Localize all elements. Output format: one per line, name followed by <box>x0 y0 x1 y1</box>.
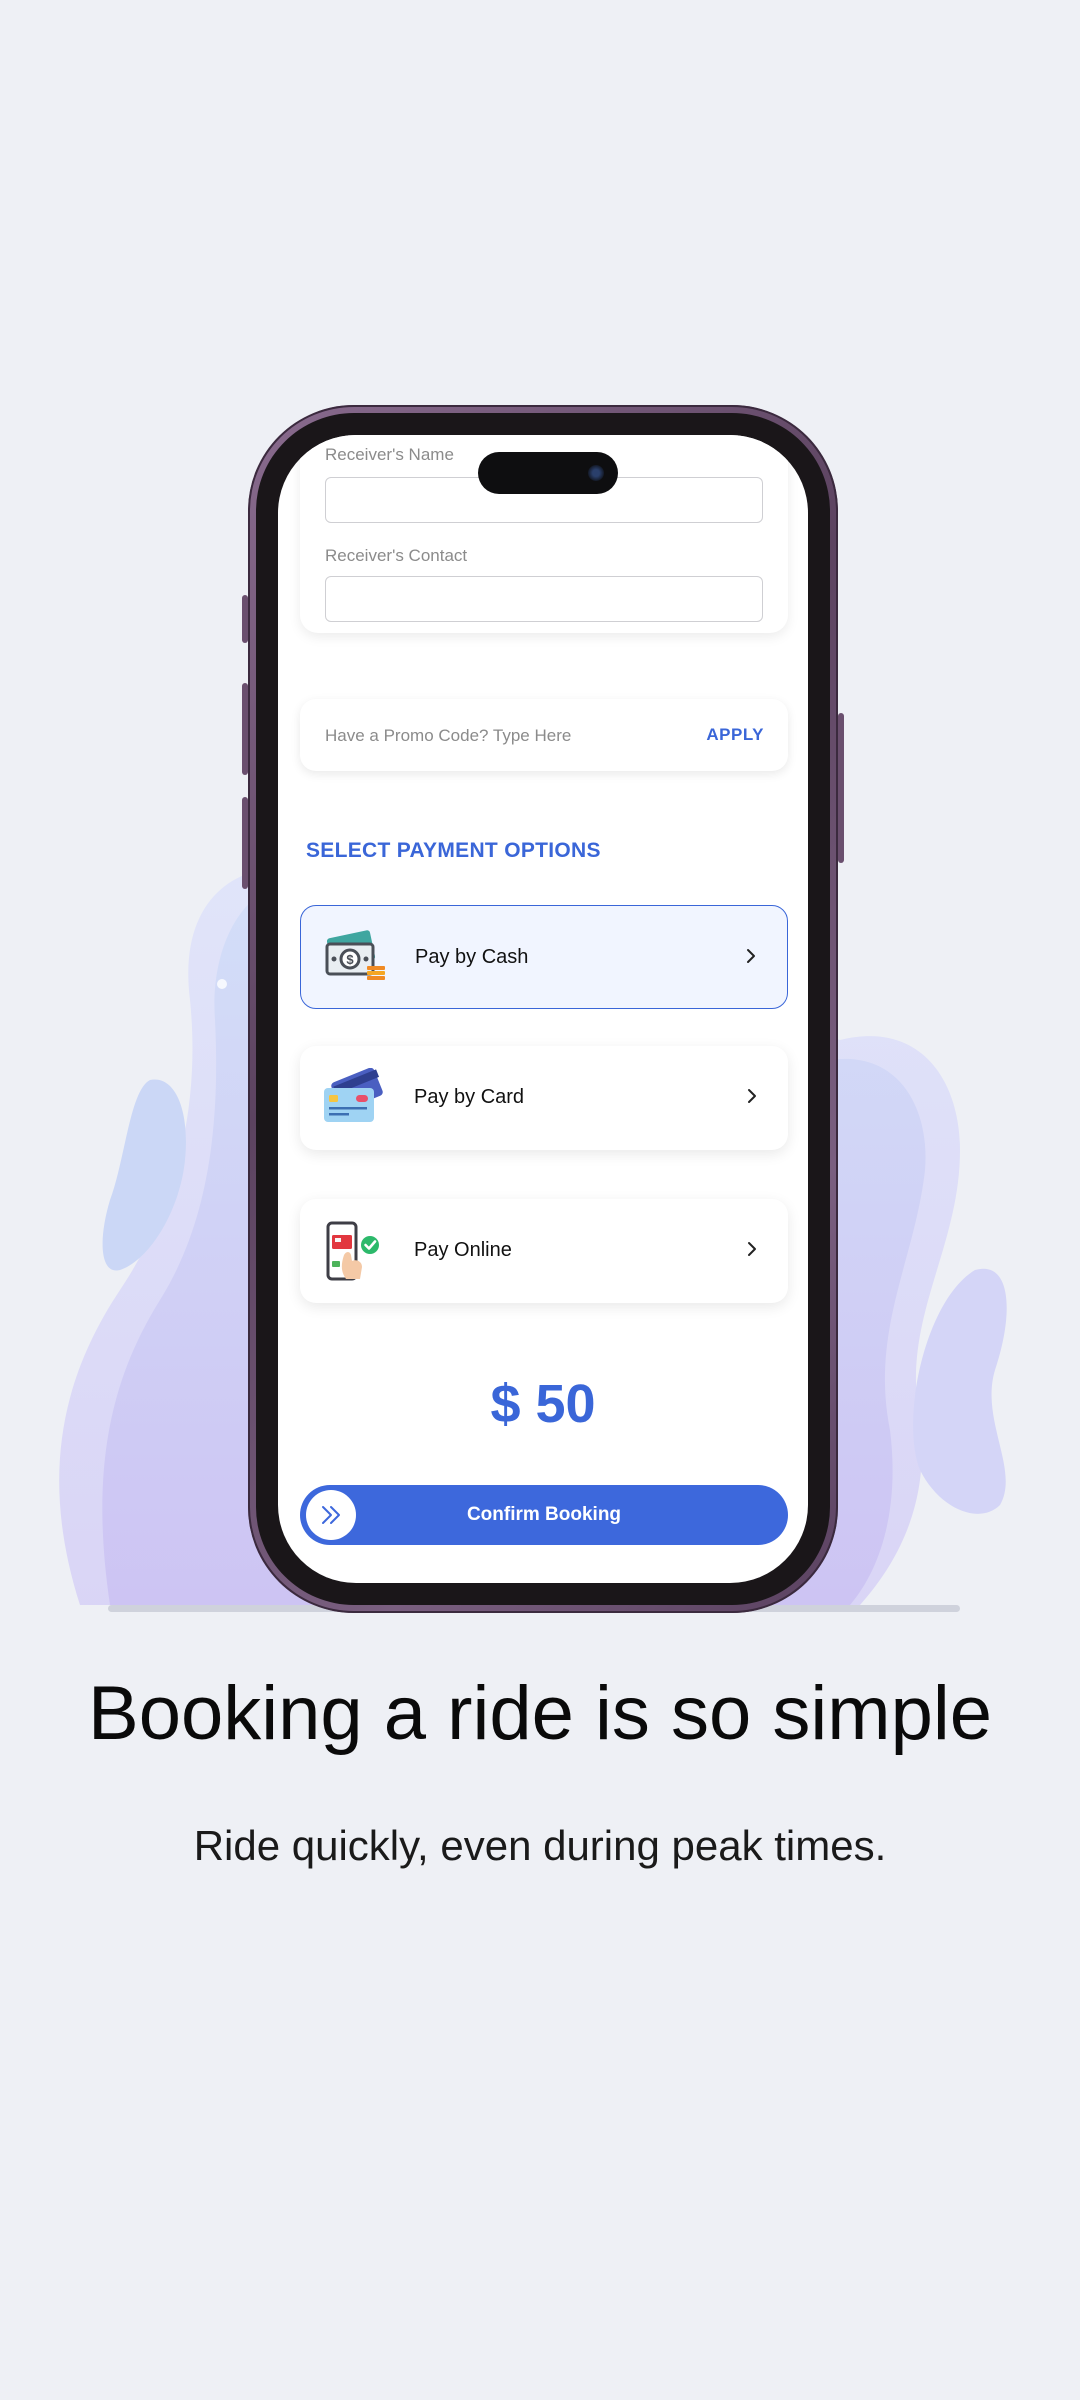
receiver-name-label: Receiver's Name <box>325 445 454 464</box>
phone-volume-up-button <box>242 683 248 775</box>
chevron-right-icon <box>747 949 755 963</box>
pay-by-cash-option[interactable]: $ Pay by Cash <box>300 905 788 1009</box>
onboarding-subtitle: Ride quickly, even during peak times. <box>193 1822 887 1869</box>
credit-card-icon <box>324 1068 383 1122</box>
dynamic-island <box>478 452 618 494</box>
confirm-booking-slider[interactable]: Confirm Booking <box>300 1485 788 1545</box>
pay-online-label: Pay Online <box>414 1239 512 1261</box>
confirm-booking-label: Confirm Booking <box>466 1504 622 1525</box>
chevron-right-icon <box>748 1242 756 1256</box>
phone-power-button <box>838 713 844 863</box>
apply-promo-button[interactable]: APPLY <box>706 725 764 745</box>
receiver-contact-input[interactable] <box>325 576 763 622</box>
cash-icon: $ <box>325 930 385 980</box>
promo-code-field[interactable]: Have a Promo Code? Type Here APPLY <box>300 699 788 771</box>
phone-volume-down-button <box>242 797 248 889</box>
pay-online-option[interactable]: Pay Online <box>300 1199 788 1303</box>
svg-text:$: $ <box>346 952 354 967</box>
front-camera-icon <box>588 465 604 481</box>
receiver-contact-label: Receiver's Contact <box>325 546 468 565</box>
onboarding-headline: Booking a ride is so simple <box>88 1671 992 1756</box>
pay-by-card-option[interactable]: Pay by Card <box>300 1046 788 1150</box>
pay-by-cash-label: Pay by Cash <box>415 946 529 968</box>
chevron-right-icon <box>748 1089 756 1103</box>
phone-mockup: Receiver's Name Receiver's Contact Have … <box>242 405 844 1613</box>
app-screen: Receiver's Name Receiver's Contact Have … <box>278 435 808 1583</box>
total-price: $ 50 <box>490 1374 596 1434</box>
mobile-payment-icon <box>326 1221 379 1281</box>
promo-code-placeholder: Have a Promo Code? Type Here <box>325 726 572 745</box>
payment-options-heading: SELECT PAYMENT OPTIONS <box>306 839 601 862</box>
phone-action-button <box>242 595 248 643</box>
pay-by-card-label: Pay by Card <box>414 1086 525 1108</box>
